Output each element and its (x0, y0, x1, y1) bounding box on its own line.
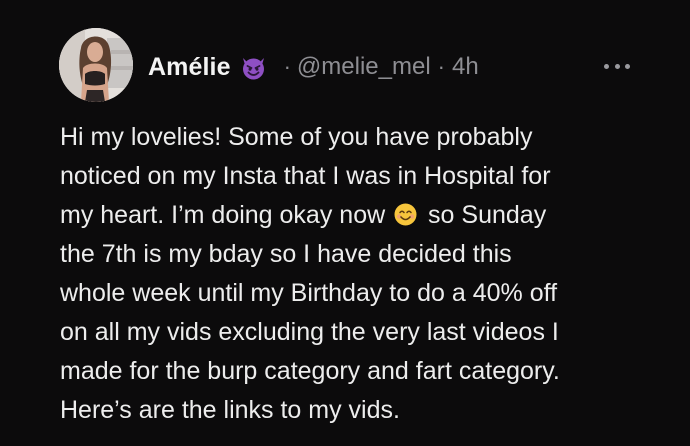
post-text-segment: my heart. I’m doing okay now (60, 201, 386, 229)
author-avatar[interactable] (59, 28, 133, 102)
post-text-line: my heart. I’m doing okay now so Sunday (60, 196, 660, 235)
more-dot (625, 63, 630, 69)
more-options-icon[interactable] (604, 58, 630, 74)
smiling-devil-icon (240, 54, 267, 81)
post-text-segment: so Sunday (421, 201, 547, 229)
author-handle[interactable]: @melie_mel (297, 53, 431, 81)
header-separator: · (283, 54, 291, 79)
post-text-line: made for the burp category and fart cate… (60, 357, 560, 385)
more-dot (614, 63, 620, 69)
header-separator: · (437, 54, 445, 79)
smiling-face-icon (394, 199, 417, 226)
post-text-line: Here’s are the links to my vids. (60, 396, 400, 424)
post-card: Amélie · @melie_mel · 4h Hi my lovelies!… (0, 0, 690, 446)
post-header: Amélie · @melie_mel · 4h (148, 50, 479, 84)
post-body: Hi my lovelies! Some of you have probabl… (60, 118, 660, 430)
post-text-line: the 7th is my bday so I have decided thi… (60, 240, 512, 268)
more-dot (604, 63, 609, 69)
post-text-line: on all my vids excluding the very last v… (60, 318, 559, 346)
post-text-line: Hi my lovelies! Some of you have probabl… (60, 123, 533, 151)
author-name[interactable]: Amélie (148, 53, 231, 82)
post-text-line: whole week until my Birthday to do a 40%… (60, 279, 558, 307)
avatar-photo (59, 28, 133, 102)
post-timestamp[interactable]: 4h (452, 53, 479, 81)
post-text-line: noticed on my Insta that I was in Hospit… (60, 162, 551, 190)
